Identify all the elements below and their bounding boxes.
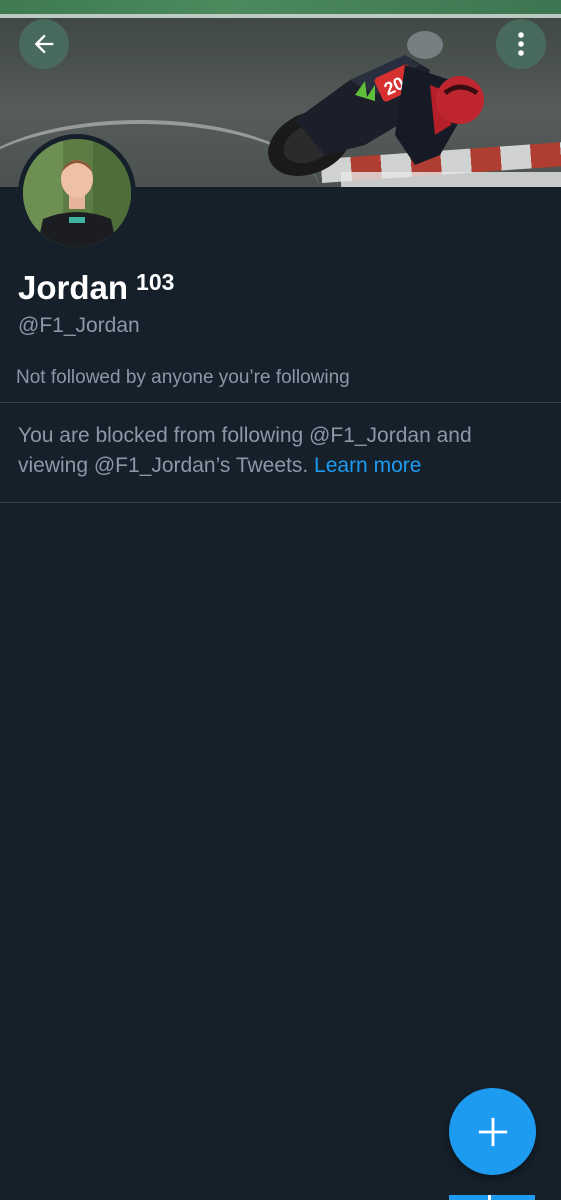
- followers-you-know-note: Not followed by anyone you’re following: [16, 367, 350, 388]
- profile-name-row: Jordan 103: [18, 266, 174, 310]
- profile-handle: @F1_Jordan: [18, 314, 140, 337]
- profile-page: 20 Jordan 103 @F1_Jordan Not followed by…: [0, 0, 561, 1200]
- profile-name: Jordan: [18, 269, 129, 306]
- bottom-bar-marker: [488, 1195, 491, 1200]
- arrow-left-icon: [34, 34, 54, 54]
- plus-icon: [478, 1117, 507, 1146]
- blocked-message: You are blocked from following @F1_Jorda…: [18, 421, 538, 481]
- compose-tweet-button[interactable]: [449, 1088, 536, 1175]
- motorcycle-rider-image: 20: [268, 31, 484, 176]
- profile-name-superscript: 103: [136, 269, 175, 295]
- avatar[interactable]: [18, 134, 136, 252]
- more-options-button[interactable]: [496, 19, 546, 69]
- divider: [0, 502, 561, 503]
- bottom-bar-fragment: [449, 1195, 535, 1200]
- learn-more-link[interactable]: Learn more: [314, 454, 421, 477]
- back-button[interactable]: [19, 19, 69, 69]
- more-vertical-icon: [518, 32, 524, 56]
- banner-track-line: [0, 14, 561, 18]
- avatar-photo: [23, 139, 131, 247]
- divider: [0, 402, 561, 403]
